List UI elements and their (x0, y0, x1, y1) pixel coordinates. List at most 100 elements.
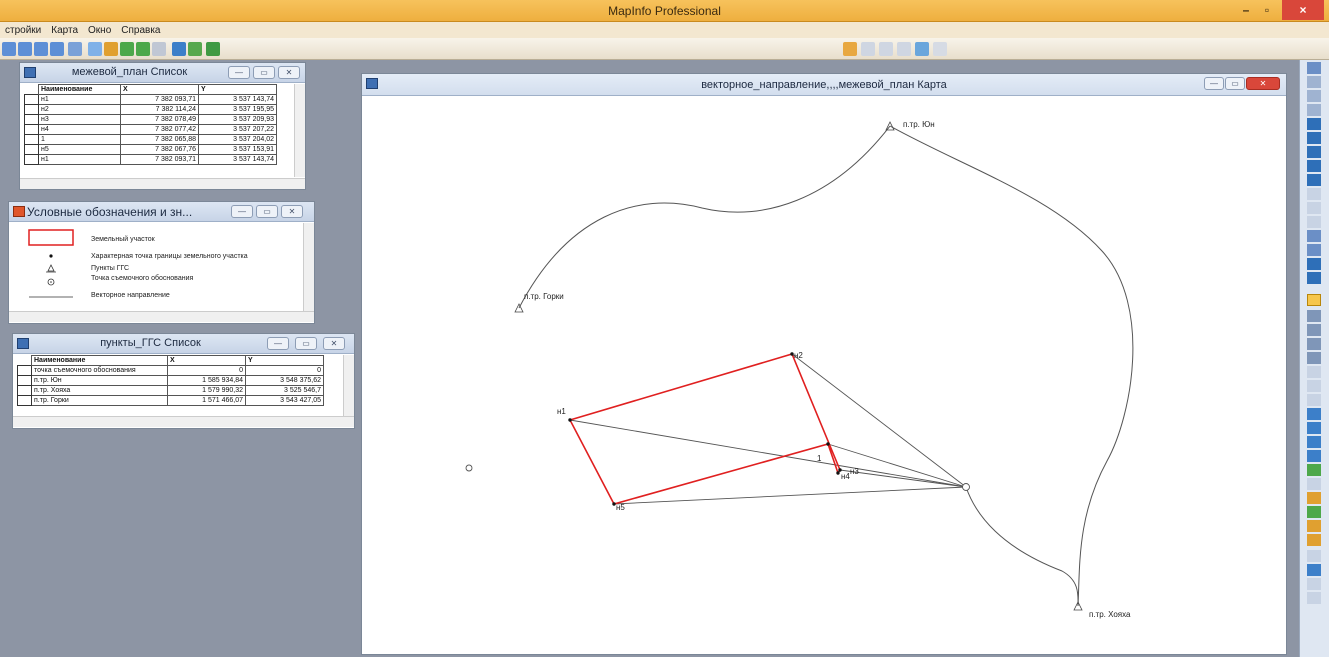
boundary-select-icon[interactable] (1307, 352, 1321, 364)
ellipse-tool-icon[interactable] (1307, 132, 1321, 144)
table-row[interactable]: точка съемочного обоснования 0 0 (17, 365, 324, 376)
rounded-rectangle-tool-icon[interactable] (1307, 160, 1321, 172)
horizontal-scrollbar[interactable] (9, 311, 314, 322)
row-selector[interactable] (17, 365, 32, 376)
column-header[interactable]: X (167, 355, 246, 366)
cell-y[interactable]: 3 537 143,74 (198, 94, 277, 105)
grabber-icon[interactable] (1307, 450, 1321, 462)
hotlink-icon[interactable] (1307, 478, 1321, 490)
info-icon[interactable] (1307, 464, 1321, 476)
cell-x[interactable]: 1 571 466,07 (167, 395, 246, 406)
menu-help[interactable]: Справка (116, 25, 165, 36)
map-canvas[interactable]: п.тр. Юн п.тр. Горки п.тр. Хояха н1 н2 н… (362, 96, 1286, 654)
restore-window-button[interactable]: ▭ (1225, 77, 1245, 90)
cell-name[interactable]: н2 (38, 104, 121, 115)
statistics-icon[interactable] (120, 42, 134, 56)
layout-tool-5-icon[interactable] (915, 42, 929, 56)
statistics-icon[interactable] (1307, 564, 1321, 576)
graph-icon[interactable] (34, 42, 48, 56)
cell-y[interactable]: 3 537 153,91 (198, 144, 277, 155)
close-window-button[interactable]: ✕ (281, 205, 303, 218)
cell-y[interactable]: 3 537 209,93 (198, 114, 277, 125)
cell-x[interactable]: 7 382 093,71 (120, 154, 199, 165)
region-style-icon[interactable] (1307, 258, 1321, 270)
arc-tool-icon[interactable] (1307, 104, 1321, 116)
thematic-icon[interactable] (136, 42, 150, 56)
drag-map-icon[interactable] (1307, 506, 1321, 518)
table-row[interactable]: н2 7 382 114,24 3 537 195,95 (24, 104, 277, 115)
cell-name[interactable]: н5 (38, 144, 121, 155)
row-selector[interactable] (24, 154, 39, 165)
frame-tool-icon[interactable] (1307, 188, 1321, 200)
symbol-tool-icon[interactable] (1307, 62, 1321, 74)
survey-point[interactable] (962, 483, 970, 491)
measure-icon[interactable] (1307, 534, 1321, 546)
cell-y[interactable]: 3 537 143,74 (198, 154, 277, 165)
layout-tool-1-icon[interactable] (843, 42, 857, 56)
window-caption[interactable]: пункты_ГГС Список — ▭ ✕ (13, 334, 354, 354)
window-caption[interactable]: межевой_план Список — ▭ ✕ (20, 63, 305, 83)
maximize-button[interactable]: ▫ (1256, 0, 1278, 20)
cell-y[interactable]: 3 543 427,05 (245, 395, 324, 406)
text-style-icon[interactable] (1307, 272, 1321, 284)
minimize-window-button[interactable]: — (267, 337, 289, 350)
graph-select-icon[interactable] (1307, 394, 1321, 406)
line-tool-icon[interactable] (1307, 76, 1321, 88)
restore-window-button[interactable]: ▭ (256, 205, 278, 218)
restore-window-button[interactable]: ▭ (295, 337, 317, 350)
cell-x[interactable]: 7 382 114,24 (120, 104, 199, 115)
boundary-point-n4[interactable] (836, 471, 840, 475)
horizontal-scrollbar[interactable] (13, 416, 354, 427)
layout-tool-6-icon[interactable] (933, 42, 947, 56)
select-icon[interactable] (88, 42, 102, 56)
column-header[interactable]: Y (245, 355, 324, 366)
cell-x[interactable]: 7 382 077,42 (120, 124, 199, 135)
row-selector[interactable] (24, 94, 39, 105)
column-header[interactable]: Наименование (38, 84, 121, 95)
vertical-scrollbar[interactable] (294, 84, 305, 177)
column-header[interactable]: Y (198, 84, 277, 95)
boundary-point-1[interactable] (826, 442, 830, 446)
cell-name[interactable]: п.тр. Юн (31, 375, 168, 386)
table-row[interactable]: п.тр. Горки 1 571 466,07 3 543 427,05 (17, 395, 324, 406)
zoom-out-icon[interactable] (1307, 422, 1321, 434)
cell-x[interactable]: 7 382 067,76 (120, 144, 199, 155)
marquee-select-icon[interactable] (1307, 310, 1321, 322)
table-row[interactable]: н1 7 382 093,71 3 537 143,74 (24, 154, 277, 165)
cell-y[interactable]: 3 548 375,62 (245, 375, 324, 386)
scale-bar-icon[interactable] (1307, 592, 1321, 604)
row-selector[interactable] (24, 114, 39, 125)
row-selector[interactable] (24, 124, 39, 135)
minimize-window-button[interactable]: — (231, 205, 253, 218)
line-style-icon[interactable] (1307, 244, 1321, 256)
survey-point-origin[interactable] (465, 464, 473, 472)
cell-name[interactable]: н1 (38, 94, 121, 105)
select-tool-icon[interactable] (1307, 294, 1321, 306)
cell-name[interactable]: точка съемочного обоснования (31, 365, 168, 376)
table-row[interactable]: 1 7 382 065,88 3 537 204,02 (24, 134, 277, 145)
text-tool-icon[interactable] (1307, 174, 1321, 186)
cell-x[interactable]: 1 579 990,32 (167, 385, 246, 396)
layout-icon[interactable] (50, 42, 64, 56)
cell-name[interactable]: н1 (38, 154, 121, 165)
legend-tool-icon[interactable] (1307, 578, 1321, 590)
layer-control-icon[interactable] (188, 42, 202, 56)
table-row[interactable]: н3 7 382 078,49 3 537 209,93 (24, 114, 277, 125)
menu-map[interactable]: Карта (46, 25, 83, 36)
minimize-window-button[interactable]: — (228, 66, 250, 79)
row-selector[interactable] (17, 375, 32, 386)
reshape-tool-icon[interactable] (1307, 202, 1321, 214)
column-header[interactable]: Наименование (31, 355, 168, 366)
row-selector[interactable] (17, 395, 32, 406)
row-selector[interactable] (24, 134, 39, 145)
cell-x[interactable]: 7 382 093,71 (120, 94, 199, 105)
cell-y[interactable]: 3 537 204,02 (198, 134, 277, 145)
row-selector[interactable] (24, 104, 39, 115)
table-row[interactable]: н4 7 382 077,42 3 537 207,22 (24, 124, 277, 135)
zoom-in-icon[interactable] (1307, 408, 1321, 420)
parcel-boundary[interactable] (568, 353, 841, 505)
minimize-button[interactable]: – (1236, 0, 1256, 20)
browser-icon[interactable] (2, 42, 16, 56)
close-window-button[interactable]: ✕ (1246, 77, 1280, 90)
vertical-scrollbar[interactable] (343, 355, 354, 416)
